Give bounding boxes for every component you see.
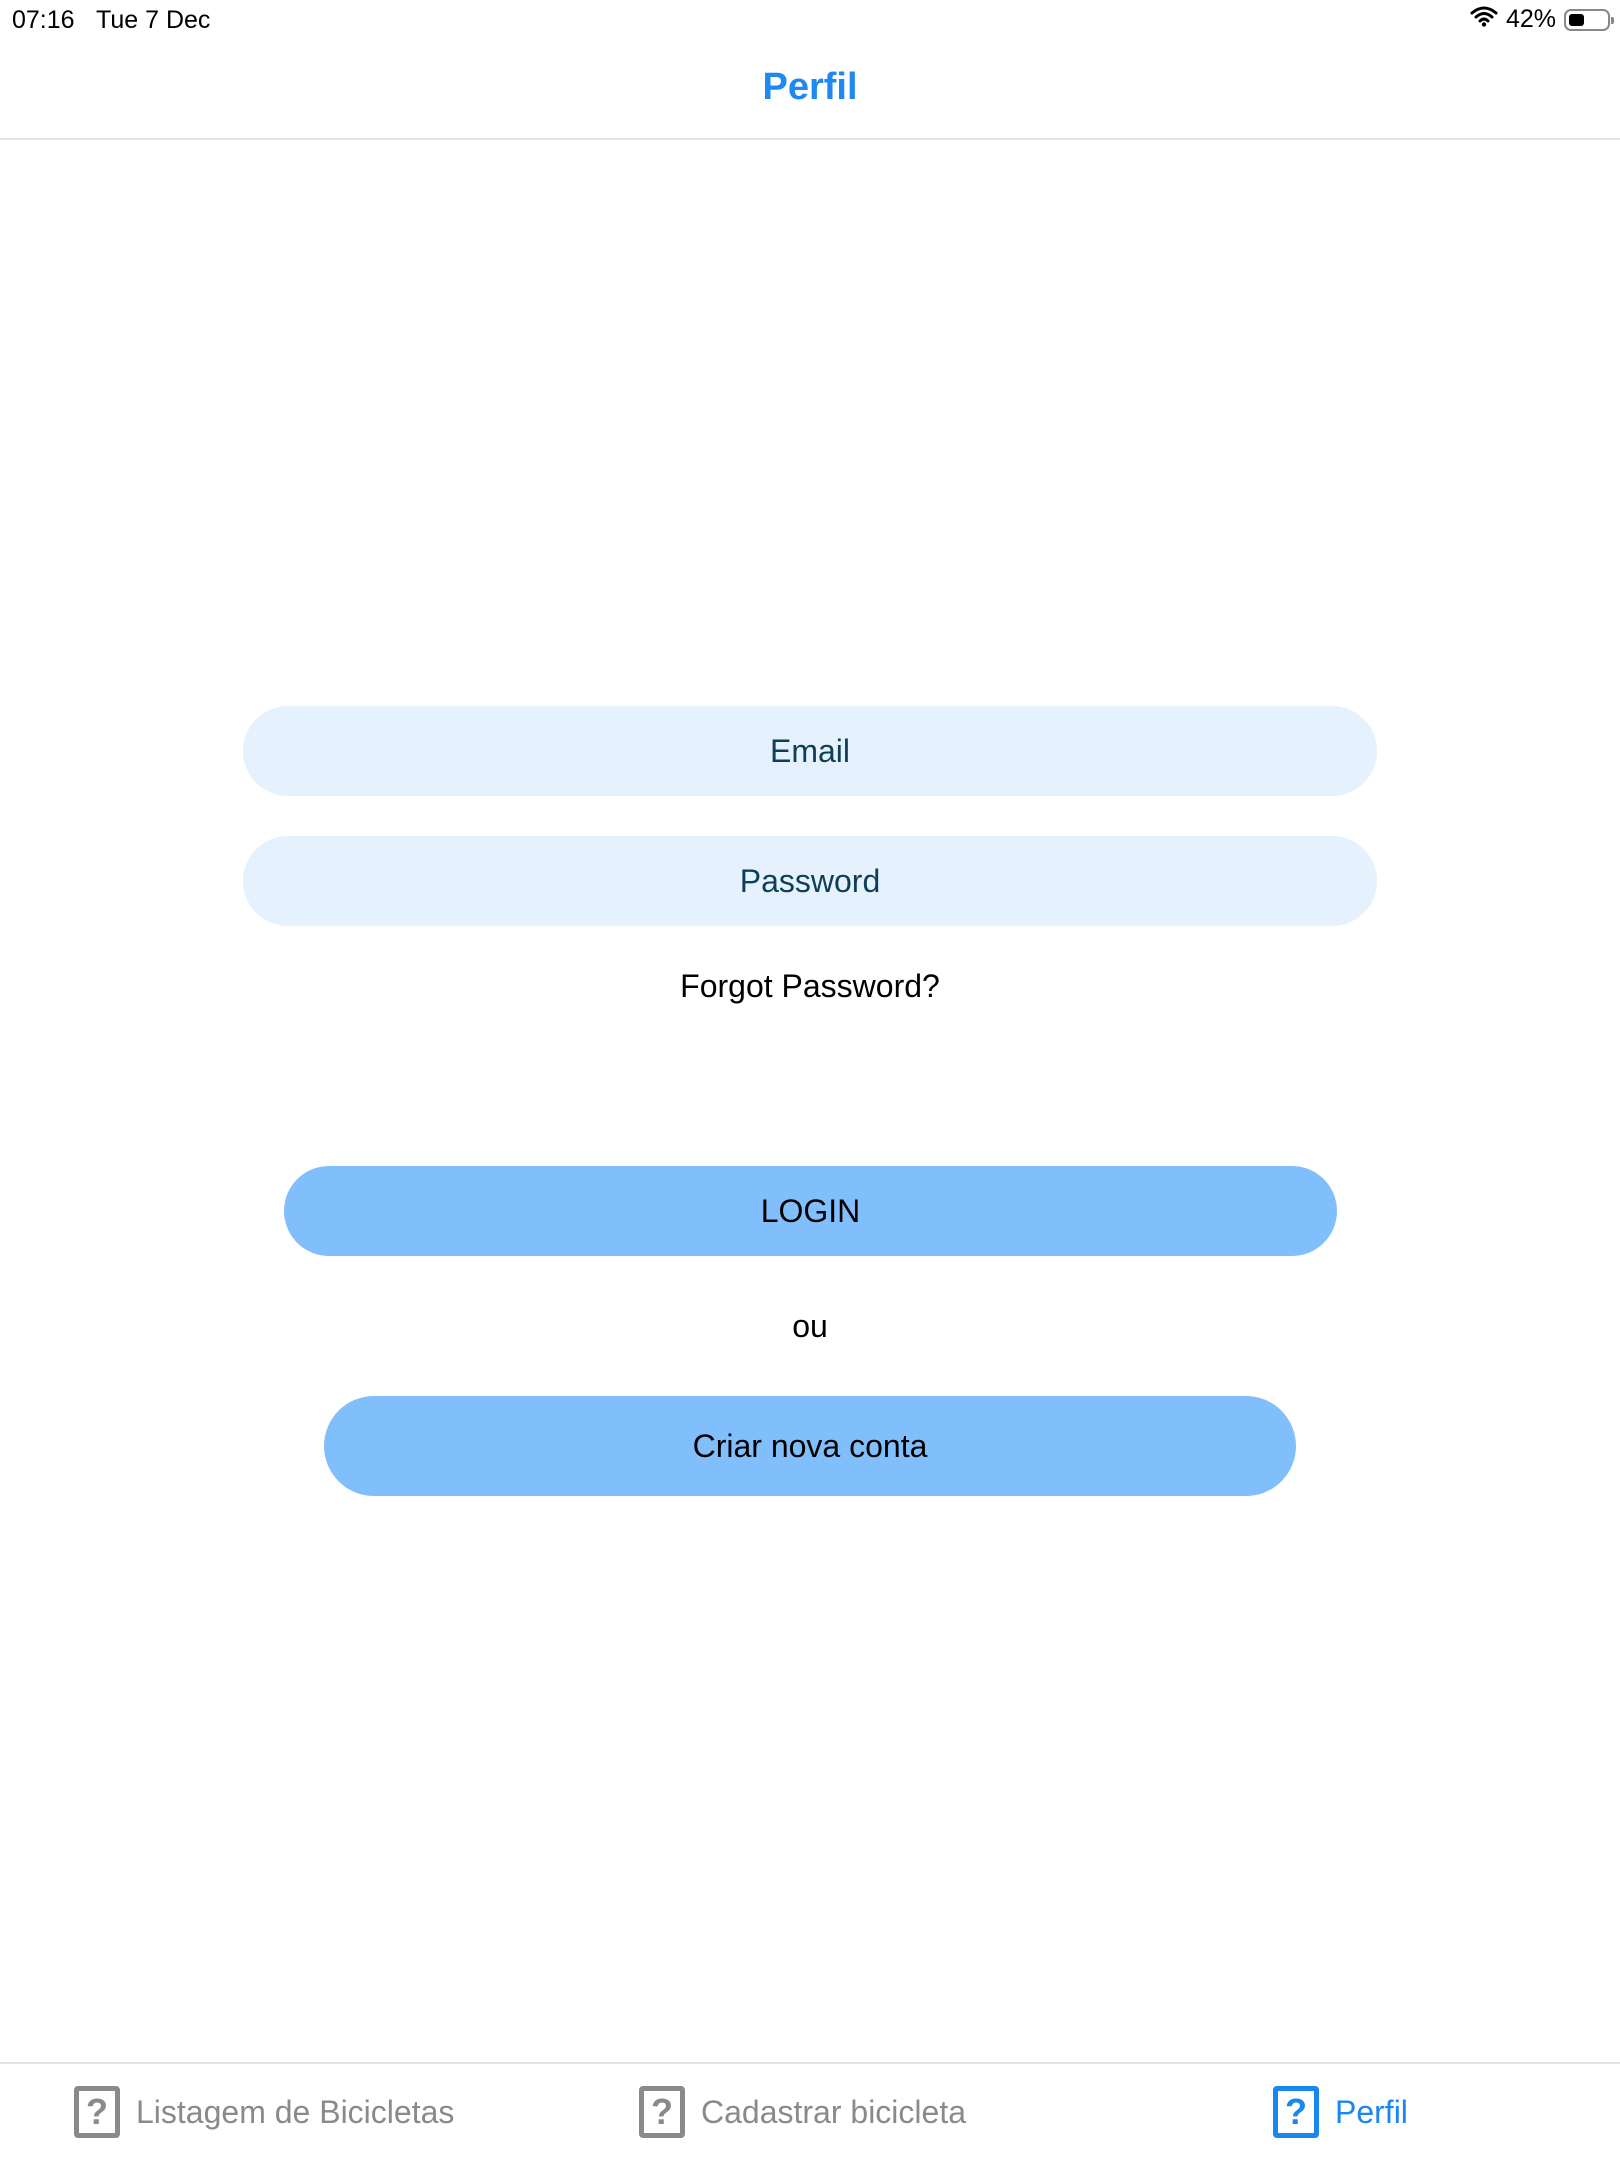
status-bar: 07:16 Tue 7 Dec 42% — [0, 0, 1620, 42]
tab-label: Perfil — [1335, 2093, 1408, 2130]
question-icon: ? — [74, 2086, 120, 2138]
forgot-password-link[interactable]: Forgot Password? — [0, 968, 1620, 1005]
screen: 07:16 Tue 7 Dec 42% Perfil Email Passwor… — [0, 0, 1620, 2160]
login-button[interactable]: LOGIN — [284, 1166, 1337, 1256]
battery-fill — [1569, 13, 1585, 26]
tab-cadastrar-bicicleta[interactable]: ? Cadastrar bicicleta — [639, 2064, 966, 2160]
battery-icon — [1564, 8, 1614, 31]
status-time: 07:16 — [12, 6, 75, 34]
status-date: Tue 7 Dec — [96, 6, 211, 34]
battery-percent: 42% — [1505, 5, 1556, 33]
page-title: Perfil — [762, 66, 858, 108]
question-icon: ? — [639, 2086, 685, 2138]
or-separator: ou — [792, 1308, 828, 1344]
tab-label: Cadastrar bicicleta — [701, 2093, 966, 2130]
question-icon: ? — [1273, 2086, 1319, 2138]
status-indicators: 42% — [1470, 5, 1614, 34]
tab-label: Listagem de Bicicletas — [136, 2093, 455, 2130]
tab-listagem-bicicletas[interactable]: ? Listagem de Bicicletas — [74, 2064, 454, 2160]
tab-perfil[interactable]: ? Perfil — [1273, 2064, 1408, 2160]
email-field[interactable]: Email — [243, 706, 1377, 796]
wifi-icon — [1470, 5, 1498, 34]
tab-bar: ? Listagem de Bicicletas ? Cadastrar bic… — [0, 2062, 1620, 2160]
create-account-button[interactable]: Criar nova conta — [324, 1396, 1296, 1496]
password-field[interactable]: Password — [243, 836, 1377, 926]
nav-header: Perfil — [0, 42, 1620, 140]
